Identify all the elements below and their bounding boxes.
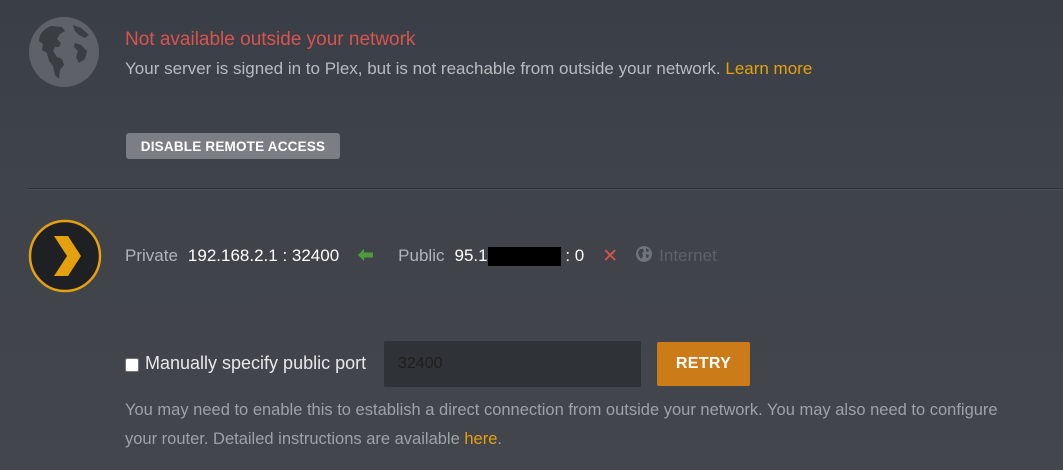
redacted-block [487, 247, 561, 266]
private-label: Private [125, 246, 178, 265]
internet-status: Internet [636, 245, 717, 267]
public-port-input[interactable] [384, 341, 641, 387]
remote-access-status-message: Your server is signed in to Plex, but is… [125, 59, 812, 79]
disable-remote-access-button[interactable]: DISABLE REMOTE ACCESS [126, 133, 340, 159]
plex-logo-icon [28, 219, 102, 293]
help-text-suffix: . [497, 429, 502, 448]
private-address: 192.168.2.1 : 32400 [187, 246, 340, 265]
manual-port-help-text: You may need to enable this to establish… [125, 396, 1025, 453]
remote-access-status-title: Not available outside your network [125, 29, 416, 50]
public-label: Public [398, 246, 445, 265]
help-text-body: You may need to enable this to establish… [125, 401, 998, 448]
status-message-text: Your server is signed in to Plex, but is… [125, 59, 721, 78]
globe-icon [29, 17, 99, 87]
help-instructions-link[interactable]: here [464, 430, 497, 448]
section-divider [28, 188, 1063, 190]
public-port: : 0 [565, 245, 585, 265]
manual-port-checkbox[interactable] [125, 358, 139, 372]
manual-port-checkbox-label[interactable]: Manually specify public port [145, 353, 366, 374]
connection-status-row: Private 192.168.2.1 : 32400 Public 95.1 … [125, 244, 717, 268]
globe-icon [636, 245, 653, 267]
x-icon: ✕ [602, 245, 619, 267]
internet-label: Internet [659, 246, 717, 265]
retry-button[interactable]: RETRY [657, 342, 750, 386]
learn-more-link[interactable]: Learn more [725, 59, 812, 78]
arrow-left-icon [358, 246, 374, 266]
public-address-prefix: 95.1 [454, 245, 488, 265]
public-address: 95.1 : 0 [454, 246, 584, 266]
